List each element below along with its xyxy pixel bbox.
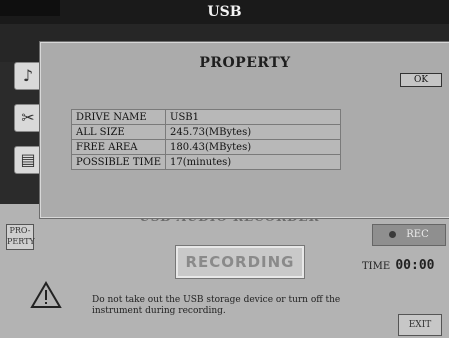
ok-button[interactable]: OK (400, 73, 442, 87)
table-row: DRIVE NAME USB1 (70, 109, 342, 125)
document-icon[interactable]: ▤ (14, 146, 42, 174)
table-row: FREE AREA 180.43(MBytes) (70, 139, 342, 155)
exit-button-label: EXIT (408, 320, 432, 330)
warning-icon (30, 281, 62, 308)
row-value: USB1 (165, 109, 342, 125)
property-table: DRIVE NAME USB1 ALL SIZE 245.73(MBytes) … (70, 109, 342, 170)
rec-button[interactable]: REC (372, 224, 446, 246)
warning-message: Do not take out the USB storage device o… (92, 295, 341, 316)
row-label: ALL SIZE (70, 124, 167, 140)
exit-button[interactable]: EXIT (398, 314, 442, 336)
record-dot-icon (389, 231, 397, 238)
title-bar-tab (0, 0, 60, 16)
time-value: 00:00 (395, 258, 435, 273)
row-value: 245.73(MBytes) (165, 124, 342, 140)
scissors-icon[interactable]: ✂ (14, 104, 42, 132)
ok-button-label: OK (413, 75, 429, 85)
property-button-label: PRO- PERTY (7, 226, 35, 246)
music-note-icon[interactable]: ♪ (14, 62, 42, 90)
window-title: USB (207, 4, 242, 20)
property-button[interactable]: PRO- PERTY (6, 224, 35, 250)
recording-button[interactable]: RECORDING (175, 245, 305, 279)
time-readout: TIME 00:00 (362, 258, 449, 274)
row-label: FREE AREA (70, 139, 167, 155)
dialog-title: PROPERTY (199, 55, 291, 71)
time-label: TIME (362, 261, 391, 272)
table-row: ALL SIZE 245.73(MBytes) (70, 124, 342, 140)
recording-button-label: RECORDING (185, 253, 295, 271)
row-value: 180.43(MBytes) (165, 139, 342, 155)
row-label: POSSIBLE TIME (70, 154, 167, 170)
row-label: DRIVE NAME (70, 109, 167, 125)
title-bar: USB (0, 0, 449, 24)
property-dialog: PROPERTY OK DRIVE NAME USB1 ALL SIZE 245… (40, 42, 449, 218)
table-row: POSSIBLE TIME 17(minutes) (70, 154, 342, 170)
rec-button-label: REC (406, 229, 429, 240)
row-value: 17(minutes) (165, 154, 342, 170)
